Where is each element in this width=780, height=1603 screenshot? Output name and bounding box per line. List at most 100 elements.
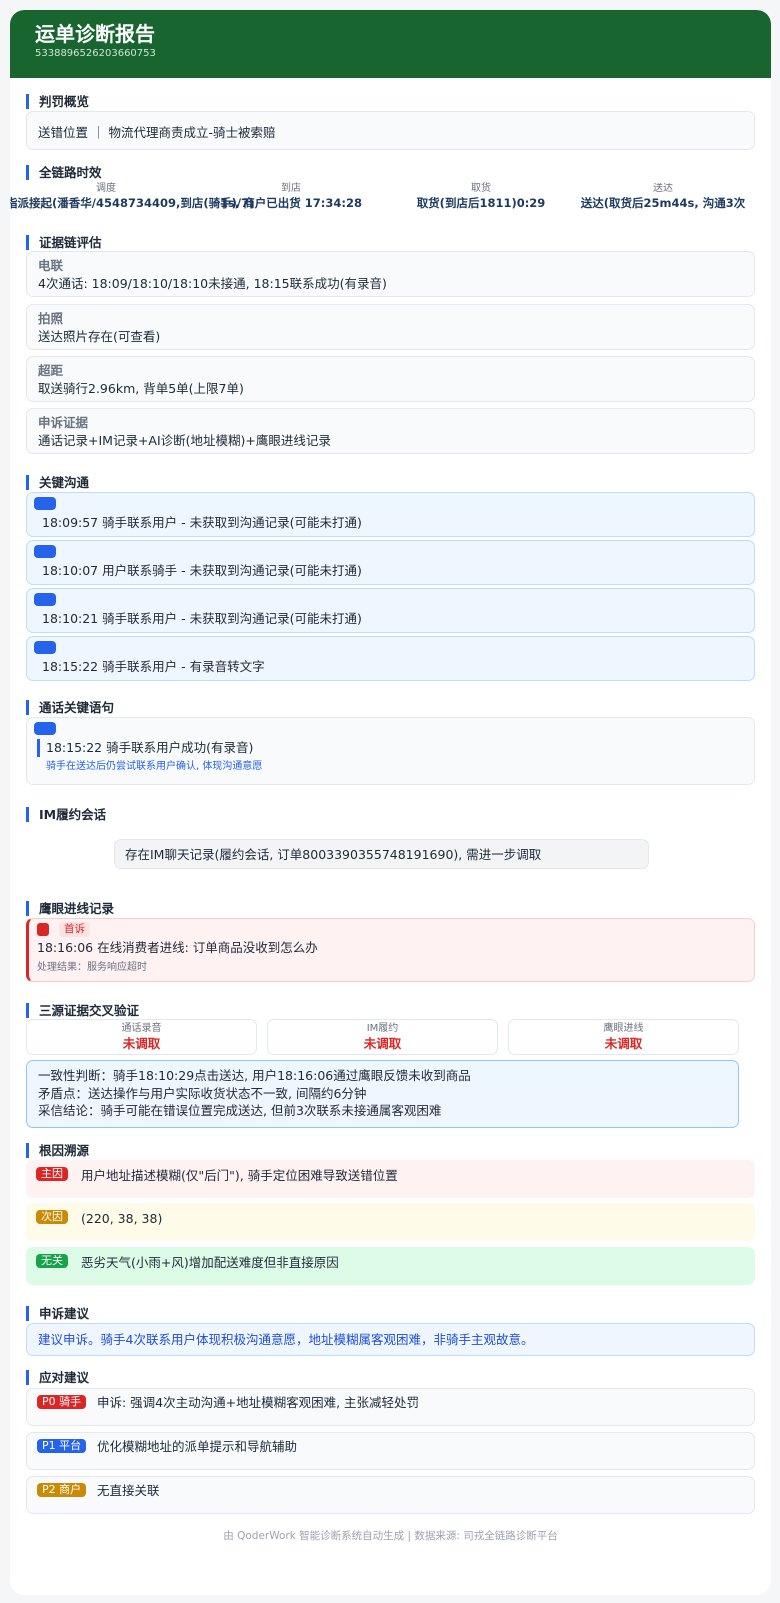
source-label: 鹰眼进线	[603, 1023, 644, 1034]
source-label: IM履约	[366, 1023, 399, 1034]
report-page: 运单诊断报告 5338896526203660753 判罚概览 送错位置 ｜ 物…	[10, 10, 771, 1595]
section-title: IM履约会话	[26, 807, 755, 822]
section-title: 根因溯源	[26, 1143, 755, 1158]
action-item-p0: P0 骑手 申诉: 强调4次主动沟通+地址模糊客观困难, 主张减轻处罚	[26, 1388, 755, 1426]
timeline-step-label: 到店	[281, 183, 301, 194]
evidence-value: 通话记录+IM记录+AI诊断(地址模糊)+鹰眼进线记录	[38, 433, 331, 448]
page-title: 运单诊断报告	[35, 22, 155, 46]
source-card-call: 通话录音 未调取	[26, 1019, 257, 1055]
list-item: 18:10:21 骑手联系用户 - 未获取到沟通记录(可能未打通)	[26, 588, 755, 633]
timeline-step-arrive: 到店 1s, 商户已出货 17:34:28	[196, 183, 386, 211]
evidence-label: 拍照	[38, 311, 64, 326]
evidence-card-photo: 拍照 送达照片存在(可查看)	[26, 304, 755, 350]
list-item: 18:15:22 骑手联系用户 - 有录音转文字	[26, 636, 755, 681]
root-cause-secondary: 次因 (220, 38, 38)	[26, 1203, 755, 1241]
section-title: 应对建议	[26, 1370, 755, 1385]
section-title: 通话关键语句	[26, 700, 755, 715]
timeline-step-value: 指派接起(潘香华/4548734409,到店(骑手)/7)	[10, 196, 255, 210]
appeal-text: 建议申诉。骑手4次联系用户体现积极沟通意愿，地址模糊属客观困难，非骑手主观故意。	[26, 1323, 755, 1356]
section-actions: 应对建议 P0 骑手 申诉: 强调4次主动沟通+地址模糊客观困难, 主张减轻处罚…	[26, 1370, 755, 1520]
status-badge: 首诉	[59, 922, 90, 937]
section-title: 申诉建议	[26, 1306, 755, 1321]
channel-pill	[34, 722, 56, 735]
evidence-label: 超距	[38, 363, 64, 378]
timeline-step-pickup: 取货 取货(到店后1811)0:29	[401, 183, 561, 211]
waybill-id: 5338896526203660753	[35, 48, 156, 59]
evidence-value: 取送骑行2.96km, 背单5单(上限7单)	[38, 381, 244, 396]
conflict-line: 矛盾点：送达操作与用户实际收货状态不一致, 间隔约6分钟	[38, 1085, 367, 1101]
root-cause-primary: 主因 用户地址描述模糊(仅"后门"), 骑手定位困难导致送错位置	[26, 1160, 755, 1198]
quote-bar	[37, 739, 40, 757]
section-communications: 关键沟通 18:09:57 骑手联系用户 - 未获取到沟通记录(可能未打通) 1…	[26, 475, 755, 685]
section-timeline: 全链路时效 调度 指派接起(潘香华/4548734409,到店(骑手)/7) 到…	[10, 165, 755, 220]
action-item-p2: P2 商户 无直接关联	[26, 1476, 755, 1514]
evidence-card-distance: 超距 取送骑行2.96km, 背单5单(上限7单)	[26, 356, 755, 402]
section-title: 证据链评估	[26, 235, 755, 250]
root-cause-unrelated: 无关 恶劣天气(小雨+风)增加配送难度但非直接原因	[26, 1247, 755, 1285]
eagle-text: 18:16:06 在线消费者进线: 订单商品没收到怎么办	[37, 940, 318, 955]
timeline-step-value: 取货(到店后1811)0:29	[416, 196, 546, 210]
channel-pill	[34, 497, 56, 510]
root-cause-text: (220, 38, 38)	[81, 1211, 163, 1226]
action-text: 优化模糊地址的派单提示和导航辅助	[97, 1439, 298, 1454]
evidence-card-call: 电联 4次通话: 18:09/18:10/18:10未接通, 18:15联系成功…	[26, 251, 755, 297]
penalty-card: 送错位置 ｜ 物流代理商责成立-骑士被索赔	[26, 111, 755, 150]
page-footer: 由 QoderWork 智能诊断系统自动生成 | 数据来源: 司戎全链路诊断平台	[223, 1530, 558, 1542]
communication-text: 18:10:21 骑手联系用户 - 未获取到沟通记录(可能未打通)	[42, 611, 362, 626]
im-bubble: 存在IM聊天记录(履约会话, 订单8003390355748191690), 需…	[114, 839, 649, 869]
evidence-value: 4次通话: 18:09/18:10/18:10未接通, 18:15联系成功(有录…	[38, 276, 387, 291]
root-cause-text: 用户地址描述模糊(仅"后门"), 骑手定位困难导致送错位置	[81, 1168, 398, 1183]
status-badge: P0 骑手	[37, 1395, 87, 1409]
section-cross: 三源证据交叉验证 通话录音 未调取 IM履约 未调取 鹰眼进线 未调取 一致性判…	[26, 1003, 755, 1133]
source-status: 未调取	[604, 1036, 643, 1051]
list-item: 18:10:07 用户联系骑手 - 未获取到沟通记录(可能未打通)	[26, 540, 755, 585]
timeline-step-deliver: 送达 送达(取货后25m44s, 沟通3次	[571, 183, 755, 211]
section-evidence: 证据链评估 电联 4次通话: 18:09/18:10/18:10未接通, 18:…	[26, 235, 755, 465]
status-badge: 次因	[36, 1210, 68, 1224]
status-badge: P2 商户	[37, 1483, 87, 1497]
timeline-step-label: 取货	[471, 183, 491, 194]
source-label: 通话录音	[121, 1023, 162, 1034]
section-title: 关键沟通	[26, 475, 755, 490]
list-item: 18:09:57 骑手联系用户 - 未获取到沟通记录(可能未打通)	[26, 492, 755, 537]
channel-pill	[34, 593, 56, 606]
action-text: 申诉: 强调4次主动沟通+地址模糊客观困难, 主张减轻处罚	[97, 1395, 420, 1410]
status-badge: 无关	[36, 1254, 68, 1268]
communication-text: 18:15:22 骑手联系用户 - 有录音转文字	[42, 659, 265, 674]
channel-pill	[34, 545, 56, 558]
source-status: 未调取	[122, 1036, 161, 1051]
section-title: 鹰眼进线记录	[26, 901, 755, 916]
section-root-cause: 根因溯源 主因 用户地址描述模糊(仅"后门"), 骑手定位困难导致送错位置 次因…	[26, 1143, 755, 1293]
timeline-step-dispatch: 调度 指派接起(潘香华/4548734409,到店(骑手)/7)	[10, 183, 255, 211]
eagle-card: 首诉 18:16:06 在线消费者进线: 订单商品没收到怎么办 处理结果：服务响…	[26, 918, 755, 982]
communication-text: 18:09:57 骑手联系用户 - 未获取到沟通记录(可能未打通)	[42, 515, 362, 530]
action-item-p1: P1 平台 优化模糊地址的派单提示和导航辅助	[26, 1432, 755, 1470]
penalty-text: 送错位置 ｜ 物流代理商责成立-骑士被索赔	[38, 125, 276, 140]
section-im: IM履约会话 存在IM聊天记录(履约会话, 订单8003390355748191…	[26, 807, 755, 887]
channel-pill	[34, 641, 56, 654]
source-card-im: IM履约 未调取	[267, 1019, 498, 1055]
section-penalty: 判罚概览 送错位置 ｜ 物流代理商责成立-骑士被索赔	[26, 94, 755, 150]
eagle-result: 处理结果：服务响应超时	[37, 962, 147, 973]
cross-conclusion: 一致性判断：骑手18:10:29点击送达, 用户18:16:06通过鹰眼反馈未收…	[26, 1060, 739, 1128]
timeline-step-label: 调度	[96, 183, 116, 194]
timeline-step-value: 1s, 商户已出货 17:34:28	[220, 196, 362, 210]
source-card-eagle: 鹰眼进线 未调取	[508, 1019, 739, 1055]
evidence-label: 申诉证据	[38, 415, 89, 430]
section-title: 全链路时效	[26, 165, 755, 180]
section-call-keys: 通话关键语句 18:15:22 骑手联系用户成功(有录音) 骑手在送达后仍尝试联…	[26, 700, 755, 790]
call-key-card: 18:15:22 骑手联系用户成功(有录音) 骑手在送达后仍尝试联系用户确认, …	[26, 717, 755, 785]
report-header: 运单诊断报告 5338896526203660753	[10, 10, 771, 78]
section-title: 判罚概览	[26, 94, 755, 109]
communication-text: 18:10:07 用户联系骑手 - 未获取到沟通记录(可能未打通)	[42, 563, 362, 578]
status-badge: P1 平台	[37, 1439, 87, 1453]
call-quote: 18:15:22 骑手联系用户成功(有录音)	[46, 740, 254, 755]
timeline: 调度 指派接起(潘香华/4548734409,到店(骑手)/7) 到店 1s, …	[10, 183, 755, 213]
consistency-line: 一致性判断：骑手18:10:29点击送达, 用户18:16:06通过鹰眼反馈未收…	[38, 1068, 471, 1083]
source-row: 通话录音 未调取 IM履约 未调取 鹰眼进线 未调取	[26, 1019, 755, 1055]
evidence-card-appeal: 申诉证据 通话记录+IM记录+AI诊断(地址模糊)+鹰眼进线记录	[26, 408, 755, 454]
evidence-value: 送达照片存在(可查看)	[38, 329, 161, 344]
eagle-marker	[37, 923, 49, 936]
conclusion-line: 采信结论：骑手可能在错误位置完成送达, 但前3次联系未接通属客观困难	[38, 1103, 442, 1118]
action-text: 无直接关联	[97, 1483, 160, 1498]
